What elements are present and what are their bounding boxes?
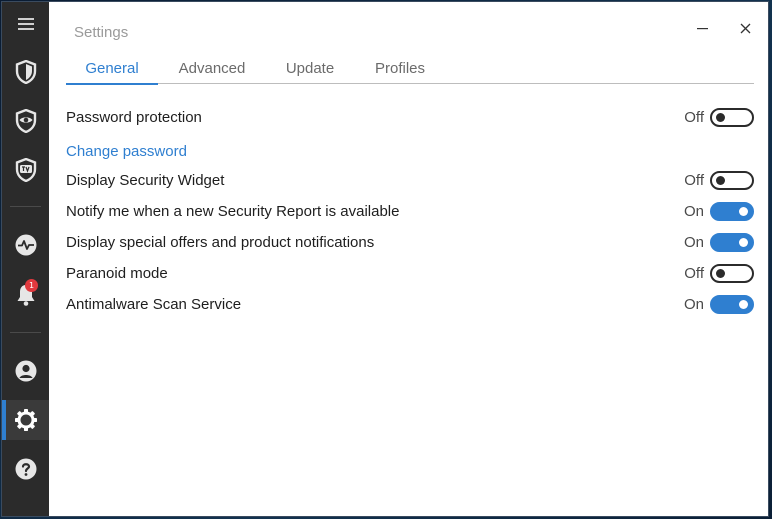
sidebar-item-settings[interactable] bbox=[2, 400, 49, 440]
tab-advanced[interactable]: Advanced bbox=[172, 59, 252, 84]
paranoid-mode-toggle[interactable] bbox=[710, 264, 754, 283]
sidebar-item-tv[interactable] bbox=[2, 150, 49, 190]
settings-content: Settings General Advanced Update Profile… bbox=[49, 2, 768, 516]
toggle-state-text: Off bbox=[684, 109, 704, 126]
toggle-knob bbox=[739, 300, 748, 309]
window-title: Settings bbox=[74, 24, 129, 41]
tab-update[interactable]: Update bbox=[279, 59, 341, 84]
gear-icon bbox=[14, 408, 38, 432]
setting-row-password-protection: Password protection Off bbox=[66, 107, 754, 129]
toggle-knob bbox=[716, 176, 725, 185]
toggle-knob bbox=[716, 269, 725, 278]
activity-icon bbox=[14, 233, 38, 257]
notification-badge: 1 bbox=[25, 279, 38, 292]
change-password-link[interactable]: Change password bbox=[66, 143, 187, 160]
setting-label: Antimalware Scan Service bbox=[66, 296, 242, 313]
close-button[interactable] bbox=[733, 18, 757, 42]
sidebar-item-activity[interactable] bbox=[2, 225, 49, 265]
tab-bar: General Advanced Update Profiles bbox=[66, 59, 754, 85]
setting-label: Display Security Widget bbox=[66, 172, 225, 189]
setting-row-antimalware: Antimalware Scan Service On bbox=[66, 294, 754, 316]
sidebar-item-notifications[interactable]: 1 bbox=[2, 275, 49, 315]
minimize-icon bbox=[696, 21, 708, 39]
setting-row-paranoid-mode: Paranoid mode Off bbox=[66, 263, 754, 285]
toggle-state-text: Off bbox=[684, 172, 704, 189]
toggle-knob bbox=[739, 207, 748, 216]
sidebar-item-help[interactable] bbox=[2, 449, 49, 489]
setting-row-display-widget: Display Security Widget Off bbox=[66, 170, 754, 192]
toggle-state-text: On bbox=[683, 203, 704, 220]
minimize-button[interactable] bbox=[690, 18, 714, 42]
sidebar-item-privacy[interactable] bbox=[2, 101, 49, 141]
help-icon bbox=[14, 457, 38, 481]
sidebar: 1 bbox=[2, 2, 49, 516]
tab-profiles[interactable]: Profiles bbox=[369, 59, 431, 84]
password-protection-toggle[interactable] bbox=[710, 108, 754, 127]
menu-icon bbox=[17, 18, 34, 30]
setting-label: Notify me when a new Security Report is … bbox=[66, 203, 400, 220]
setting-label: Display special offers and product notif… bbox=[66, 234, 375, 251]
shield-icon bbox=[15, 60, 37, 84]
toggle-knob bbox=[716, 113, 725, 122]
tab-general[interactable]: General bbox=[66, 59, 158, 85]
setting-row-special-offers: Display special offers and product notif… bbox=[66, 232, 754, 254]
antimalware-toggle[interactable] bbox=[710, 295, 754, 314]
toggle-state-text: On bbox=[683, 234, 704, 251]
setting-row-notify-report: Notify me when a new Security Report is … bbox=[66, 201, 754, 223]
sidebar-divider bbox=[10, 332, 41, 333]
tv-shield-icon bbox=[15, 158, 37, 182]
user-icon bbox=[14, 359, 38, 383]
setting-label: Paranoid mode bbox=[66, 265, 168, 282]
display-widget-toggle[interactable] bbox=[710, 171, 754, 190]
sidebar-item-account[interactable] bbox=[2, 351, 49, 391]
notify-report-toggle[interactable] bbox=[710, 202, 754, 221]
toggle-state-text: Off bbox=[684, 265, 704, 282]
sidebar-divider bbox=[10, 206, 41, 207]
setting-label: Password protection bbox=[66, 109, 202, 126]
toggle-knob bbox=[739, 238, 748, 247]
special-offers-toggle[interactable] bbox=[710, 233, 754, 252]
eye-shield-icon bbox=[15, 109, 37, 133]
menu-button[interactable] bbox=[2, 4, 49, 44]
close-icon bbox=[740, 21, 751, 39]
settings-window: 1 Settings General Advanced Update Profi… bbox=[2, 2, 768, 516]
sidebar-item-protection[interactable] bbox=[2, 52, 49, 92]
toggle-state-text: On bbox=[683, 296, 704, 313]
desktop-background: 1 Settings General Advanced Update Profi… bbox=[0, 0, 772, 519]
